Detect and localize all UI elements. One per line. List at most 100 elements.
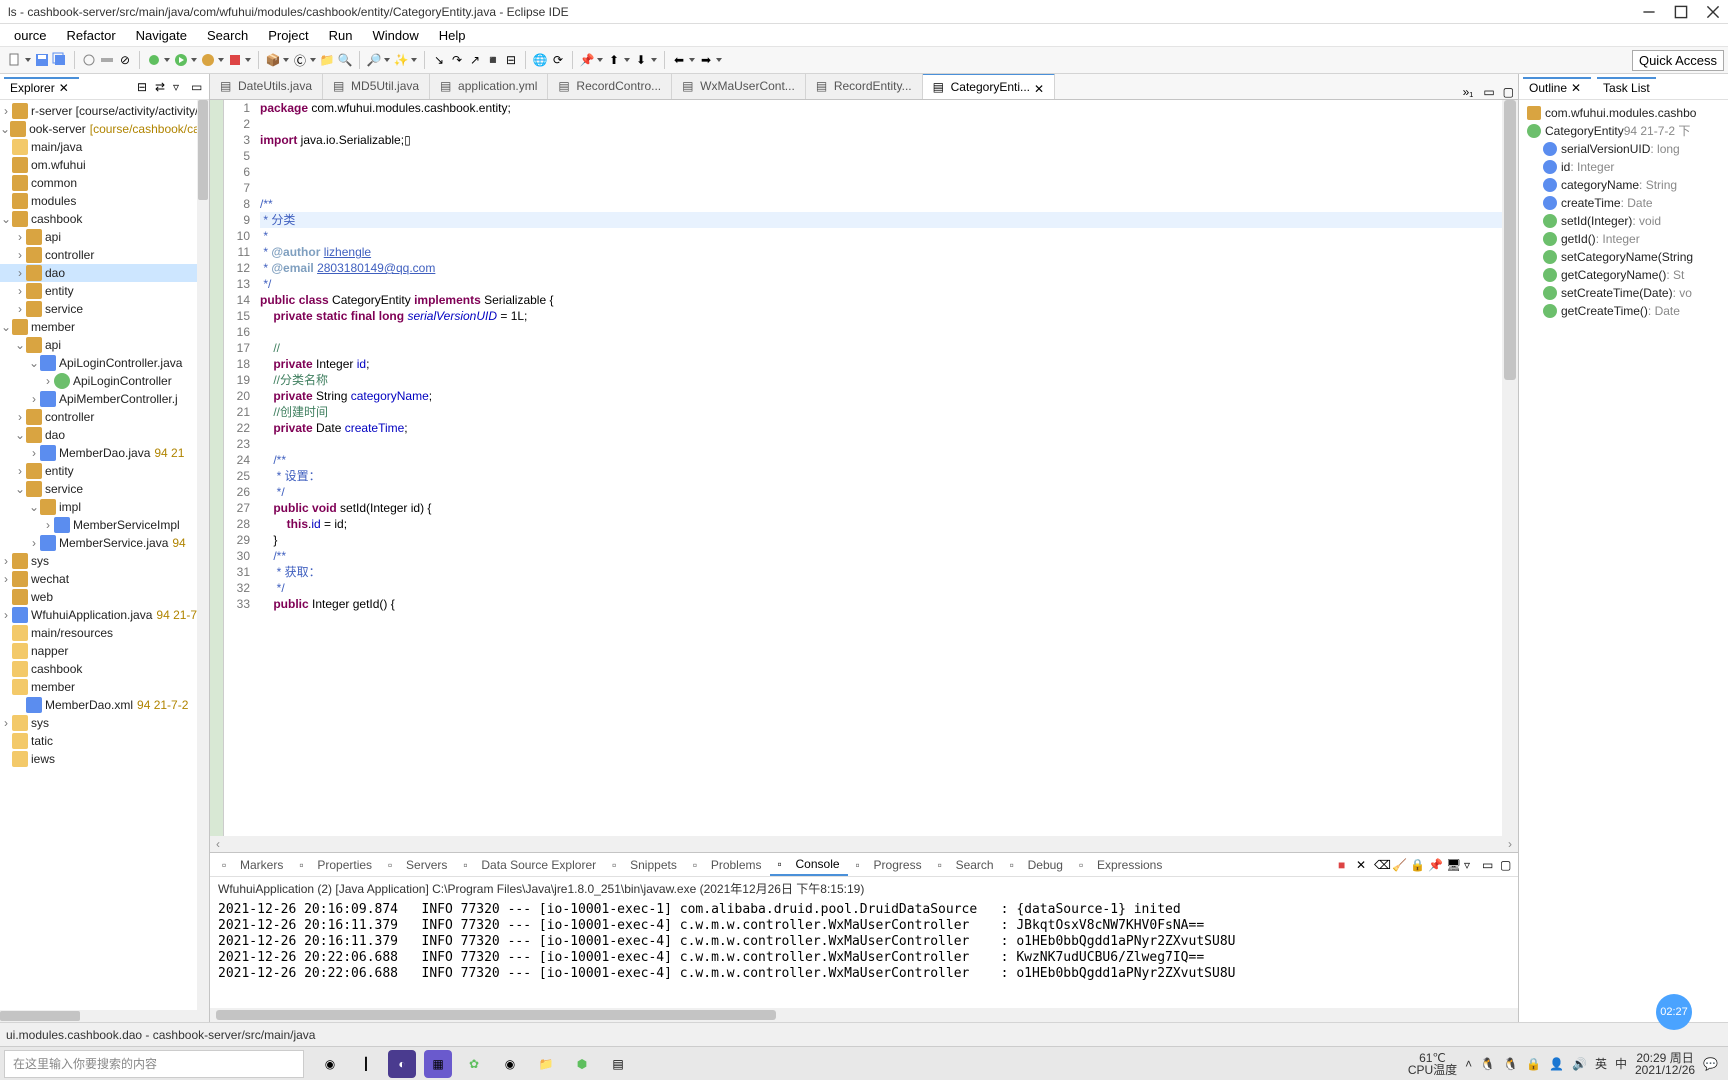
tree-item[interactable]: iews bbox=[0, 750, 209, 768]
outline-item[interactable]: serialVersionUID : long bbox=[1523, 140, 1724, 158]
tree-item[interactable]: ›r-server [course/activity/activity/a bbox=[0, 102, 209, 120]
explorer-icon[interactable]: 📁 bbox=[532, 1050, 560, 1078]
code-line[interactable]: * @author lizhengle bbox=[260, 244, 1502, 260]
forward-icon[interactable]: ➡ bbox=[698, 52, 714, 68]
console-output[interactable]: 2021-12-26 20:16:09.874 INFO 77320 --- [… bbox=[210, 900, 1518, 1008]
dropdown-icon[interactable] bbox=[310, 52, 317, 68]
code-line[interactable]: public class CategoryEntity implements S… bbox=[260, 292, 1502, 308]
close-icon[interactable]: ✕ bbox=[1034, 82, 1044, 92]
tree-item[interactable]: modules bbox=[0, 192, 209, 210]
scrollbar-horizontal[interactable]: ‹ › bbox=[210, 836, 1518, 852]
scrollbar-horizontal[interactable] bbox=[0, 1010, 209, 1022]
code-line[interactable]: * bbox=[260, 228, 1502, 244]
tray-icon[interactable]: 🐧 bbox=[1503, 1057, 1518, 1071]
code-line[interactable]: */ bbox=[260, 580, 1502, 596]
step-over-icon[interactable]: ↷ bbox=[449, 52, 465, 68]
menu-item[interactable]: Project bbox=[260, 26, 316, 45]
twistie-icon[interactable]: ⌄ bbox=[0, 318, 12, 336]
twistie-icon[interactable]: › bbox=[14, 300, 26, 318]
code-line[interactable] bbox=[260, 324, 1502, 340]
open-type-icon[interactable]: 🔍 bbox=[337, 52, 353, 68]
ime-icon[interactable]: 中 bbox=[1615, 1055, 1627, 1072]
twistie-icon[interactable]: ⌄ bbox=[28, 498, 40, 516]
scroll-left-icon[interactable]: ‹ bbox=[210, 837, 226, 851]
twistie-icon[interactable]: › bbox=[0, 570, 12, 588]
outline-tab[interactable]: Outline ✕ bbox=[1523, 77, 1591, 97]
code-line[interactable]: public void setId(Integer id) { bbox=[260, 500, 1502, 516]
minimize-icon[interactable] bbox=[1642, 5, 1656, 19]
tree-item[interactable]: ›controller bbox=[0, 408, 209, 426]
twistie-icon[interactable]: ⌄ bbox=[0, 120, 10, 138]
prev-annotation-icon[interactable]: ⬆ bbox=[606, 52, 622, 68]
twistie-icon[interactable]: ⌄ bbox=[14, 480, 26, 498]
dropdown-icon[interactable] bbox=[218, 52, 225, 68]
code-editor[interactable]: package com.wfuhui.modules.cashbook.enti… bbox=[254, 100, 1502, 836]
code-line[interactable]: */ bbox=[260, 484, 1502, 500]
notifications-icon[interactable]: 💬 bbox=[1703, 1057, 1718, 1071]
tree-item[interactable]: ⌄impl bbox=[0, 498, 209, 516]
code-line[interactable]: /** bbox=[260, 196, 1502, 212]
tree-item[interactable]: ›ApiLoginController bbox=[0, 372, 209, 390]
tray-icon[interactable]: 🐧 bbox=[1480, 1057, 1495, 1071]
twistie-icon[interactable]: ⌄ bbox=[14, 426, 26, 444]
remove-icon[interactable]: ✕ bbox=[1356, 858, 1370, 872]
tray-icon[interactable]: 🔒 bbox=[1526, 1057, 1541, 1071]
run-icon[interactable] bbox=[173, 52, 189, 68]
pin-icon[interactable]: 📌 bbox=[579, 52, 595, 68]
tree-item[interactable]: ⌄dao bbox=[0, 426, 209, 444]
bottom-tab[interactable]: ▫Markers bbox=[214, 855, 291, 875]
wand-icon[interactable]: ✨ bbox=[393, 52, 409, 68]
tree-item[interactable]: ›api bbox=[0, 228, 209, 246]
menu-item[interactable]: Navigate bbox=[128, 26, 195, 45]
step-return-icon[interactable]: ↗ bbox=[467, 52, 483, 68]
tab-overflow-icon[interactable]: »₁ bbox=[1457, 85, 1480, 99]
remove-all-icon[interactable]: ⌫ bbox=[1374, 858, 1388, 872]
display-icon[interactable]: 🖥 bbox=[1446, 858, 1460, 872]
scroll-lock-icon[interactable]: 🔒 bbox=[1410, 858, 1424, 872]
scrollbar[interactable] bbox=[197, 100, 209, 1010]
twistie-icon[interactable]: › bbox=[0, 714, 12, 732]
tree-item[interactable]: ⌄ApiLoginController.java bbox=[0, 354, 209, 372]
tree-item[interactable]: cashbook bbox=[0, 660, 209, 678]
external-tools-icon[interactable] bbox=[227, 52, 243, 68]
bottom-tab[interactable]: ▫Console bbox=[770, 854, 848, 876]
bottom-tab[interactable]: ▫Servers bbox=[380, 855, 455, 875]
twistie-icon[interactable]: ⌄ bbox=[0, 210, 12, 228]
twistie-icon[interactable]: › bbox=[0, 102, 12, 120]
app-icon[interactable]: ┃ bbox=[352, 1050, 380, 1078]
tree-item[interactable]: tatic bbox=[0, 732, 209, 750]
ime-icon[interactable]: 英 bbox=[1595, 1055, 1607, 1072]
bottom-tab[interactable]: ▫Data Source Explorer bbox=[455, 855, 604, 875]
outline-item[interactable]: getId() : Integer bbox=[1523, 230, 1724, 248]
tree-item[interactable]: ›MemberService.java94 bbox=[0, 534, 209, 552]
twistie-icon[interactable]: › bbox=[14, 462, 26, 480]
dropdown-icon[interactable] bbox=[245, 52, 252, 68]
editor-tab[interactable]: ▤DateUtils.java bbox=[210, 74, 323, 99]
dropdown-icon[interactable] bbox=[597, 52, 604, 68]
clear-icon[interactable]: 🧹 bbox=[1392, 858, 1406, 872]
code-line[interactable]: private static final long serialVersionU… bbox=[260, 308, 1502, 324]
scroll-right-icon[interactable]: › bbox=[1502, 837, 1518, 851]
outline-item[interactable]: setId(Integer) : void bbox=[1523, 212, 1724, 230]
code-line[interactable]: * 分类 bbox=[260, 212, 1502, 228]
tree-item[interactable]: ›MemberServiceImpl bbox=[0, 516, 209, 534]
tree-item[interactable]: ⌄member bbox=[0, 318, 209, 336]
console-menu-icon[interactable]: ▿ bbox=[1464, 858, 1478, 872]
next-annotation-icon[interactable]: ⬇ bbox=[633, 52, 649, 68]
back-icon[interactable]: ⬅ bbox=[671, 52, 687, 68]
menu-item[interactable]: Search bbox=[199, 26, 256, 45]
tray-icon[interactable]: 👤 bbox=[1549, 1057, 1564, 1071]
code-line[interactable]: import java.io.Serializable;▯ bbox=[260, 132, 1502, 148]
outline-item[interactable]: com.wfuhui.modules.cashbo bbox=[1523, 104, 1724, 122]
disconnect-icon[interactable]: ⊟ bbox=[503, 52, 519, 68]
bottom-tab[interactable]: ▫Snippets bbox=[604, 855, 685, 875]
scrollbar-thumb[interactable] bbox=[1504, 100, 1516, 380]
build-icon[interactable] bbox=[99, 52, 115, 68]
terminal-icon[interactable]: ▤ bbox=[604, 1050, 632, 1078]
code-line[interactable]: public Integer getId() { bbox=[260, 596, 1502, 612]
outline-item[interactable]: getCreateTime() : Date bbox=[1523, 302, 1724, 320]
tree-item[interactable]: ›sys bbox=[0, 714, 209, 732]
tree-item[interactable]: napper bbox=[0, 642, 209, 660]
code-line[interactable] bbox=[260, 164, 1502, 180]
outline-item[interactable]: getCategoryName() : St bbox=[1523, 266, 1724, 284]
